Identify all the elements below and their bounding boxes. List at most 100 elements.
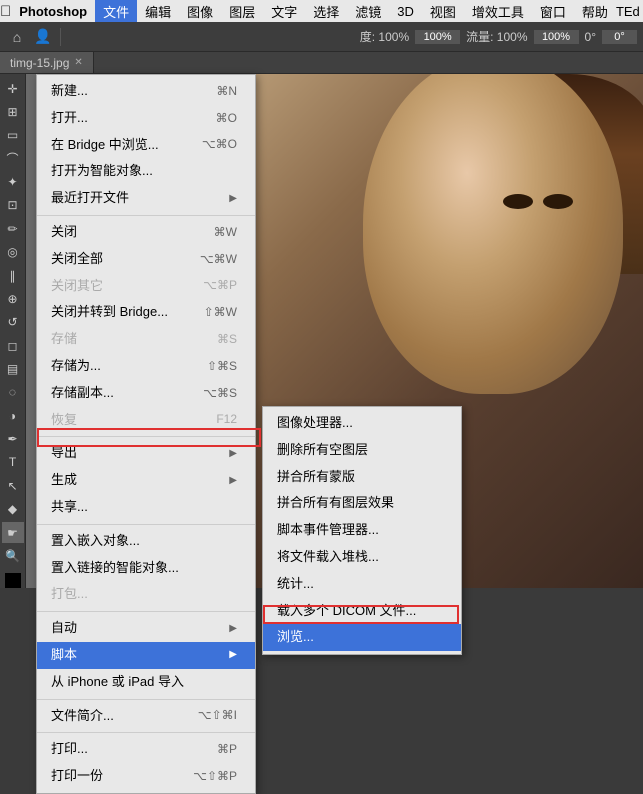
menu-item-close-others: 关闭其它 ⌥⌘P: [37, 273, 255, 300]
menu-filter[interactable]: 滤镜: [347, 0, 389, 22]
gradient-tool[interactable]: ▤: [2, 358, 24, 379]
menu-item-print-one[interactable]: 打印一份 ⌥⇧⌘P: [37, 763, 255, 790]
move-tool[interactable]: ✛: [2, 78, 24, 99]
color-foreground[interactable]: [5, 573, 21, 589]
portrait-face: [363, 74, 623, 394]
shape-tool[interactable]: ◆: [2, 498, 24, 519]
tab-bar: timg-15.jpg ✕: [0, 52, 643, 74]
menu-layer[interactable]: 图层: [221, 0, 263, 22]
angle-input[interactable]: [602, 30, 637, 44]
menu-item-bridge[interactable]: 在 Bridge 中浏览... ⌥⌘O: [37, 132, 255, 159]
magic-wand-tool[interactable]: ✦: [2, 171, 24, 192]
submenu-delete-empty-layers[interactable]: 删除所有空图层: [263, 437, 461, 464]
menu-item-import-iphone[interactable]: 从 iPhone 或 iPad 导入: [37, 669, 255, 696]
menu-item-file-info[interactable]: 文件简介... ⌥⇧⌘I: [37, 703, 255, 730]
menu-item-revert: 恢复 F12: [37, 407, 255, 434]
toolbar: ⌂ 👤 度: 100% 流量: 100% 0°: [0, 22, 643, 52]
menu-item-open-smart[interactable]: 打开为智能对象...: [37, 158, 255, 185]
menu-item-place-linked[interactable]: 置入链接的智能对象...: [37, 555, 255, 582]
menu-sep-5: [37, 699, 255, 700]
menu-item-close-all[interactable]: 关闭全部 ⌥⌘W: [37, 246, 255, 273]
menu-sep-3: [37, 524, 255, 525]
submenu-flatten-masks[interactable]: 拼合所有蒙版: [263, 464, 461, 491]
home-icon[interactable]: ⌂: [6, 26, 28, 48]
menu-bar-right: TEd: [616, 4, 643, 19]
menu-edit[interactable]: 编辑: [137, 0, 179, 22]
text-tool[interactable]: T: [2, 452, 24, 473]
menu-item-package: 打包...: [37, 581, 255, 608]
menu-item-export[interactable]: 导出 ▶: [37, 440, 255, 467]
menu-sep-1: [37, 215, 255, 216]
menu-item-print[interactable]: 打印... ⌘P: [37, 736, 255, 763]
menu-item-generate[interactable]: 生成 ▶: [37, 467, 255, 494]
menu-help[interactable]: 帮助: [574, 0, 616, 22]
select-tool[interactable]: ▭: [2, 125, 24, 146]
menu-item-save-copy[interactable]: 存储副本... ⌥⌘S: [37, 380, 255, 407]
menu-item-recent[interactable]: 最近打开文件 ▶: [37, 185, 255, 212]
flow-input[interactable]: [534, 30, 579, 44]
submenu-script-events[interactable]: 脚本事件管理器...: [263, 517, 461, 544]
file-tab[interactable]: timg-15.jpg ✕: [0, 52, 94, 73]
flow-label: 流量: 100%: [466, 28, 527, 45]
portrait-eye-left: [503, 194, 533, 209]
submenu-load-files-stack[interactable]: 将文件载入堆栈...: [263, 544, 461, 571]
submenu-load-dicom[interactable]: 载入多个 DICOM 文件...: [263, 598, 461, 625]
menu-item-scripts[interactable]: 脚本 ▶: [37, 642, 255, 669]
user-icon[interactable]: 👤: [32, 26, 54, 48]
tab-label: timg-15.jpg: [10, 56, 69, 70]
clone-tool[interactable]: ⊕: [2, 288, 24, 309]
menu-item-save: 存储 ⌘S: [37, 326, 255, 353]
submenu-image-processor[interactable]: 图像处理器...: [263, 410, 461, 437]
main-area: ✛ ⊞ ▭ ⌒ ✦ ⊡ ✏ ◎ ∥ ⊕ ↺ ◻ ▤ ◌ ◑ ✒ T ↖ ◆ ☛ …: [0, 74, 643, 588]
spot-healing-tool[interactable]: ◎: [2, 242, 24, 263]
menu-item-share[interactable]: 共享...: [37, 494, 255, 521]
file-dropdown-menu: 新建... ⌘N 打开... ⌘O 在 Bridge 中浏览... ⌥⌘O 打开…: [36, 74, 256, 794]
apple-menu[interactable]: : [0, 0, 11, 22]
left-toolbar: ✛ ⊞ ▭ ⌒ ✦ ⊡ ✏ ◎ ∥ ⊕ ↺ ◻ ▤ ◌ ◑ ✒ T ↖ ◆ ☛ …: [0, 74, 26, 588]
ted-label: TEd: [616, 4, 640, 19]
lasso-tool[interactable]: ⌒: [2, 148, 24, 169]
menu-item-automate[interactable]: 自动 ▶: [37, 615, 255, 642]
dodge-tool[interactable]: ◑: [2, 405, 24, 426]
eyedropper-tool[interactable]: ✏: [2, 218, 24, 239]
artboard-tool[interactable]: ⊞: [2, 101, 24, 122]
zoom-input[interactable]: [415, 30, 460, 44]
hand-tool[interactable]: ☛: [2, 522, 24, 543]
blur-tool[interactable]: ◌: [2, 382, 24, 403]
app-name: Photoshop: [11, 0, 95, 22]
menu-item-new[interactable]: 新建... ⌘N: [37, 78, 255, 105]
menu-view[interactable]: 视图: [422, 0, 464, 22]
brush-tool[interactable]: ∥: [2, 265, 24, 286]
zoom-tool[interactable]: 🔍: [2, 545, 24, 566]
menu-file[interactable]: 文件: [95, 0, 137, 22]
menu-sep-2: [37, 436, 255, 437]
submenu-flatten-effects[interactable]: 拼合所有有图层效果: [263, 490, 461, 517]
script-submenu: 图像处理器... 删除所有空图层 拼合所有蒙版 拼合所有有图层效果 脚本事件管理…: [262, 406, 462, 655]
toolbar-separator: [60, 28, 61, 46]
menu-item-close-bridge[interactable]: 关闭并转到 Bridge... ⇧⌘W: [37, 299, 255, 326]
menu-item-close[interactable]: 关闭 ⌘W: [37, 219, 255, 246]
angle-label: 0°: [585, 30, 596, 44]
menu-bar:  Photoshop 文件 编辑 图像 图层 文字 选择 滤镜 3D 视图 增…: [0, 0, 643, 22]
menu-text[interactable]: 文字: [263, 0, 305, 22]
eraser-tool[interactable]: ◻: [2, 335, 24, 356]
tab-close-icon[interactable]: ✕: [74, 57, 82, 68]
menu-sep-4: [37, 611, 255, 612]
menu-item-open[interactable]: 打开... ⌘O: [37, 105, 255, 132]
menu-select[interactable]: 选择: [305, 0, 347, 22]
menu-window[interactable]: 窗口: [532, 0, 574, 22]
portrait-eye-right: [543, 194, 573, 209]
menu-sep-6: [37, 732, 255, 733]
menu-item-place-embed[interactable]: 置入嵌入对象...: [37, 528, 255, 555]
pen-tool[interactable]: ✒: [2, 428, 24, 449]
path-selection-tool[interactable]: ↖: [2, 475, 24, 496]
menu-item-save-as[interactable]: 存储为... ⇧⌘S: [37, 353, 255, 380]
history-brush-tool[interactable]: ↺: [2, 312, 24, 333]
menu-3d[interactable]: 3D: [389, 0, 422, 22]
submenu-statistics[interactable]: 统计...: [263, 571, 461, 598]
submenu-browse[interactable]: 浏览...: [263, 624, 461, 651]
zoom-label: 度: 100%: [360, 28, 409, 45]
menu-image[interactable]: 图像: [179, 0, 221, 22]
menu-plugins[interactable]: 增效工具: [464, 0, 532, 22]
crop-tool[interactable]: ⊡: [2, 195, 24, 216]
